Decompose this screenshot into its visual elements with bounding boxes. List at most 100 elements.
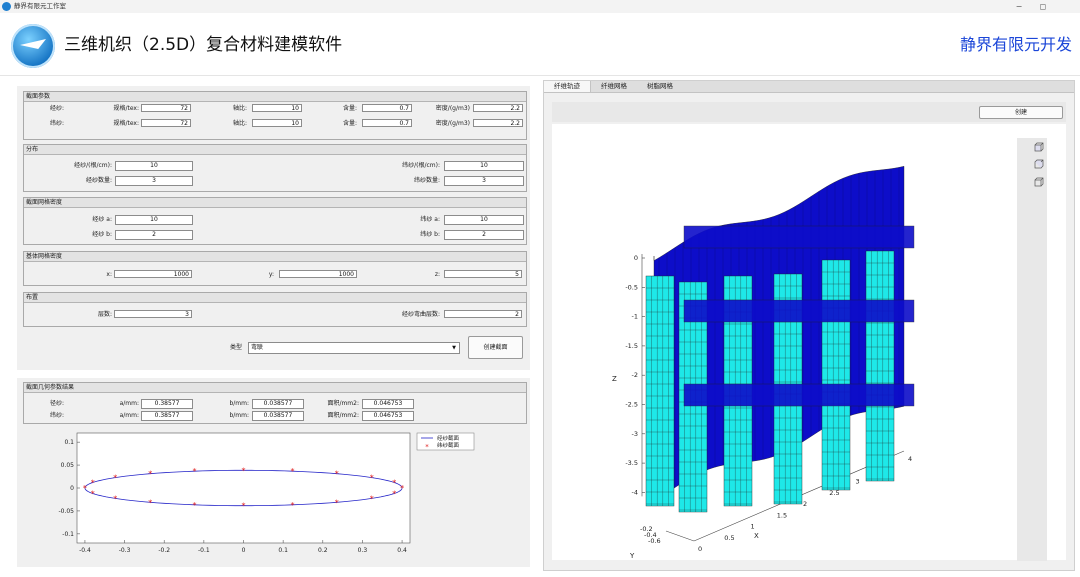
warp-density-count-label: 经纱/(根/cm): <box>74 162 112 169</box>
warp-spec-field[interactable]: 72 <box>141 104 191 112</box>
weft-section-marker: * <box>113 474 117 483</box>
group-title: 截面参数 <box>24 92 526 102</box>
weft-section-marker: * <box>192 501 196 510</box>
warp-b-label: 经纱 b: <box>92 231 112 238</box>
cube-side-icon[interactable] <box>1034 159 1044 169</box>
weft-section-marker: * <box>291 467 295 476</box>
x-tick-label: -0.2 <box>158 547 170 554</box>
warp-yarn-column <box>865 250 895 482</box>
warp-axis-field[interactable]: 10 <box>252 104 302 112</box>
warp-b-field[interactable]: 2 <box>115 230 193 240</box>
x-tick-label: 1 <box>751 523 755 531</box>
result-warp-a-field[interactable]: 0.38577 <box>141 399 193 409</box>
weft-section-marker: * <box>370 494 374 503</box>
minimize-button[interactable]: − <box>1012 1 1026 12</box>
weft-density-count-field[interactable]: 10 <box>444 161 524 171</box>
tab-resin-mesh[interactable]: 树脂网格 <box>638 81 682 92</box>
developer-brand: 静界有限元开发 <box>959 35 1072 54</box>
tab-fiber-path[interactable]: 纤维轨迹 <box>544 81 591 92</box>
cube-front-icon[interactable] <box>1034 142 1044 152</box>
weft-density-count-label: 纬纱/(根/cm): <box>402 162 440 169</box>
weft-band <box>683 299 915 323</box>
x-tick-label: 4 <box>908 455 912 463</box>
weft-axis-field[interactable]: 10 <box>252 119 302 127</box>
type-select[interactable]: 弯联 ▼ <box>248 342 460 354</box>
warp-a-field[interactable]: 10 <box>115 215 193 225</box>
tab-fiber-mesh[interactable]: 纤维网格 <box>592 81 636 92</box>
create-button[interactable]: 创建 <box>979 106 1063 119</box>
x-tick-label: 0 <box>242 547 246 554</box>
z-tick-label: -1 <box>632 313 638 321</box>
weft-section-marker: * <box>148 498 152 507</box>
result-warp-area-field[interactable]: 0.046753 <box>362 399 414 409</box>
x-tick-label: -0.1 <box>198 547 210 554</box>
weft-section-marker: * <box>242 502 246 511</box>
result-weft-b-label: b/mm: <box>229 412 249 419</box>
group-title: 截面网格密度 <box>24 198 526 208</box>
weft-spec-field[interactable]: 72 <box>141 119 191 127</box>
x-tick-label: 2 <box>803 500 807 508</box>
result-weft-b-field[interactable]: 0.038577 <box>252 411 304 421</box>
weft-content-field[interactable]: 0.7 <box>362 119 412 127</box>
view-toolbar <box>1017 138 1047 561</box>
weft-b-field[interactable]: 2 <box>444 230 524 240</box>
result-weft-a-field[interactable]: 0.38577 <box>141 411 193 421</box>
weft-b-label: 纬纱 b: <box>420 231 440 238</box>
app-logo-icon <box>11 24 55 68</box>
section-params-group: 截面参数 经纱: 规格/tex: 72 轴比: 10 含量: 0.7 密度/(g… <box>23 91 527 140</box>
parameters-panel: 截面参数 经纱: 规格/tex: 72 轴比: 10 含量: 0.7 密度/(g… <box>17 86 530 370</box>
weft-a-field[interactable]: 10 <box>444 215 524 225</box>
weft-section-marker: * <box>113 494 117 503</box>
legend-marker-swatch: * <box>425 443 429 451</box>
x-tick-label: -0.3 <box>119 547 131 554</box>
z-tick-label: -0.5 <box>625 283 638 291</box>
window-titlebar <box>0 0 1080 13</box>
warp-content-field[interactable]: 0.7 <box>362 104 412 112</box>
y-tick-label: 0 <box>70 485 74 492</box>
result-weft-a-label: a/mm: <box>119 412 139 419</box>
results-panel: 截面几何参数结果 径纱: a/mm: 0.38577 b/mm: 0.03857… <box>17 378 530 567</box>
matrix-z-field[interactable]: 5 <box>444 270 522 278</box>
x-tick-label: 1.5 <box>777 511 787 519</box>
weft-band <box>683 225 915 249</box>
result-weft-area-field[interactable]: 0.046753 <box>362 411 414 421</box>
weft-count-label: 纬纱数量: <box>413 177 440 184</box>
weft-section-marker: * <box>392 489 396 498</box>
warp-density-label: 密度/(g/m3) <box>435 105 470 112</box>
result-warp-label: 径纱: <box>49 400 64 407</box>
matrix-y-field[interactable]: 1000 <box>279 270 357 278</box>
warp-density-field[interactable]: 2.2 <box>473 104 523 112</box>
x-tick-label: 0 <box>698 545 702 553</box>
cube-iso-icon[interactable] <box>1034 177 1044 187</box>
create-section-button[interactable]: 创建截面 <box>468 336 523 359</box>
layers-label: 层数: <box>97 311 112 318</box>
y-axis-line <box>665 530 695 542</box>
layers-field[interactable]: 3 <box>114 310 192 318</box>
legend-weft-label: 纬纱截面 <box>437 441 460 449</box>
result-warp-b-field[interactable]: 0.038577 <box>252 399 304 409</box>
warp-content-label: 含量: <box>342 105 357 112</box>
y-tick-label: -0.05 <box>58 508 74 515</box>
z-tick-label: -1.5 <box>625 342 638 350</box>
warp-count-field[interactable]: 3 <box>115 176 193 186</box>
maximize-button[interactable]: ◻ <box>1036 1 1050 12</box>
weft-section-marker: * <box>91 479 95 488</box>
warp-density-count-field[interactable]: 10 <box>115 161 193 171</box>
x-tick-label: 0.4 <box>397 547 407 554</box>
weft-density-field[interactable]: 2.2 <box>473 119 523 127</box>
matrix-y-label: y: <box>268 271 274 278</box>
matrix-x-field[interactable]: 1000 <box>114 270 192 278</box>
app-small-icon <box>2 2 11 11</box>
z-axis-label: Z <box>612 375 617 383</box>
weft-row-label: 纬纱: <box>49 120 64 127</box>
x-tick-label: 3 <box>856 478 860 486</box>
z-tick-label: -2 <box>632 371 638 379</box>
warp-bend-layers-field[interactable]: 2 <box>444 310 522 318</box>
weft-spec-label: 规格/tex: <box>113 120 139 127</box>
plot3d-render: 0-0.5-1-1.5-2-2.5-3-3.5-4Z00.511.522.533… <box>612 166 915 560</box>
weft-count-field[interactable]: 3 <box>444 176 524 186</box>
app-title: 三维机织（2.5D）复合材料建模软件 <box>64 35 343 55</box>
weft-section-marker: * <box>91 489 95 498</box>
matrix-mesh-group: 基体网格密度 x: 1000 y: 1000 z: 5 <box>23 251 527 286</box>
legend-warp-label: 经纱截面 <box>437 434 460 442</box>
